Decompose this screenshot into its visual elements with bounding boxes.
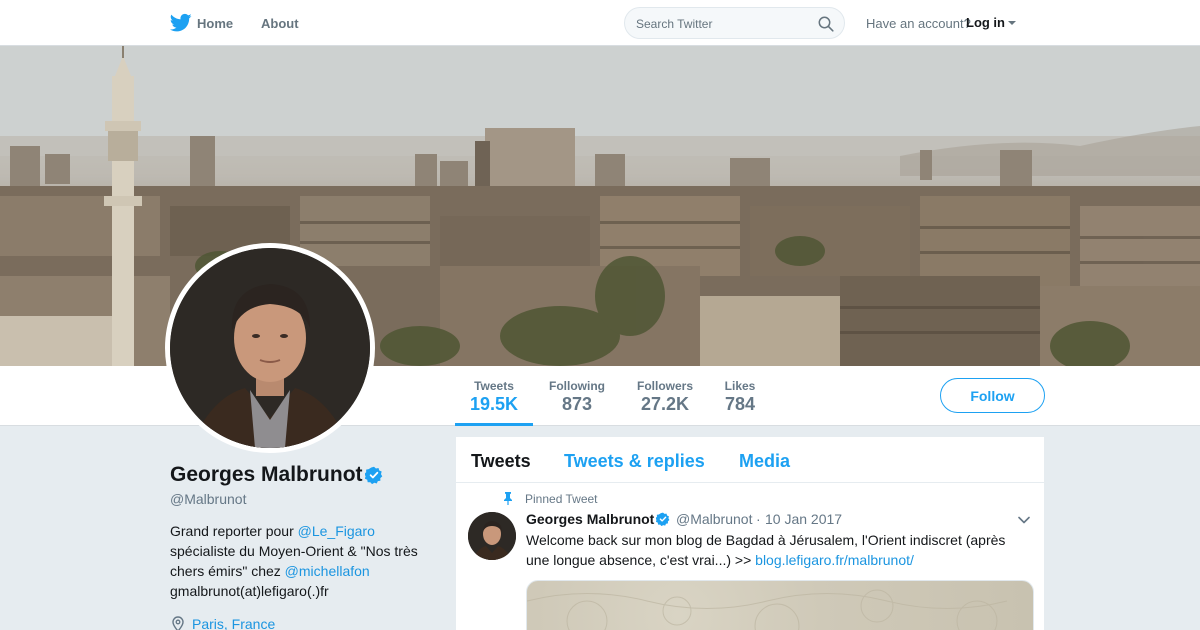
tweet-author-handle[interactable]: @Malbrunot (676, 511, 752, 527)
pinned-tweet-label: Pinned Tweet (525, 492, 598, 506)
profile-avatar[interactable] (165, 243, 375, 453)
tweet-date[interactable]: 10 Jan 2017 (765, 511, 842, 527)
tweet-text: Welcome back sur mon blog de Bagdad à Jé… (526, 530, 1021, 570)
bio-email-text: gmalbrunot(at)lefigaro(.)fr (170, 583, 329, 599)
search-icon[interactable] (818, 16, 834, 32)
timeline-tabs: Tweets Tweets & replies Media (456, 437, 1044, 483)
tweet-author-name[interactable]: Georges Malbrunot (526, 511, 654, 527)
following-stat-label: Following (549, 379, 605, 393)
bio-mention-michellafon[interactable]: @michellafon (285, 563, 370, 579)
likes-stat-label: Likes (724, 379, 756, 393)
nav-home-link[interactable]: Home (197, 16, 233, 31)
tweets-stat-value: 19.5K (469, 394, 519, 414)
twitter-bird-icon[interactable] (170, 13, 192, 33)
following-stat-value: 873 (561, 394, 593, 414)
verified-badge-icon (656, 512, 670, 526)
chevron-down-icon[interactable] (1008, 21, 1016, 25)
search-box[interactable] (624, 7, 845, 39)
have-account-text: Have an account? (866, 16, 971, 31)
profile-handle[interactable]: @Malbrunot (170, 491, 246, 507)
top-navigation: Home About Have an account? Log in (0, 0, 1200, 46)
tweet-media-card[interactable] (526, 580, 1034, 630)
avatar-portrait-image (170, 248, 370, 448)
follow-button[interactable]: Follow (940, 378, 1045, 413)
pin-icon (504, 492, 512, 505)
tweets-stat[interactable]: Tweets 19.5K (455, 366, 533, 426)
chevron-down-icon[interactable] (1018, 516, 1030, 524)
tab-tweets-and-replies[interactable]: Tweets & replies (564, 451, 705, 472)
profile-bio: Grand reporter pour @Le_Figaro spécialis… (170, 521, 430, 601)
location-pin-icon (172, 616, 184, 630)
following-stat[interactable]: Following 873 (542, 366, 612, 426)
profile-location-link[interactable]: Paris, France (192, 616, 275, 630)
tab-tweets[interactable]: Tweets (471, 451, 531, 472)
bio-text: Grand reporter pour (170, 523, 298, 539)
bio-mention-le-figaro[interactable]: @Le_Figaro (298, 523, 375, 539)
tweet-link[interactable]: blog.lefigaro.fr/malbrunot/ (755, 552, 914, 568)
followers-stat-value: 27.2K (640, 394, 690, 414)
profile-name[interactable]: Georges Malbrunot (170, 463, 363, 487)
tab-media[interactable]: Media (739, 451, 790, 472)
tweet-avatar[interactable] (468, 512, 516, 560)
nav-about-link[interactable]: About (261, 16, 299, 31)
tweet-avatar-image (468, 512, 516, 560)
verified-badge-icon (365, 466, 383, 484)
likes-stat[interactable]: Likes 784 (715, 366, 765, 426)
followers-stat-label: Followers (636, 379, 693, 393)
search-input[interactable] (636, 15, 806, 33)
login-link[interactable]: Log in (966, 15, 1005, 30)
card-pattern-image (527, 589, 1008, 630)
likes-stat-value: 784 (724, 394, 756, 414)
tweets-stat-label: Tweets (474, 379, 514, 393)
tweet-separator: · (756, 511, 761, 527)
followers-stat[interactable]: Followers 27.2K (630, 366, 700, 426)
